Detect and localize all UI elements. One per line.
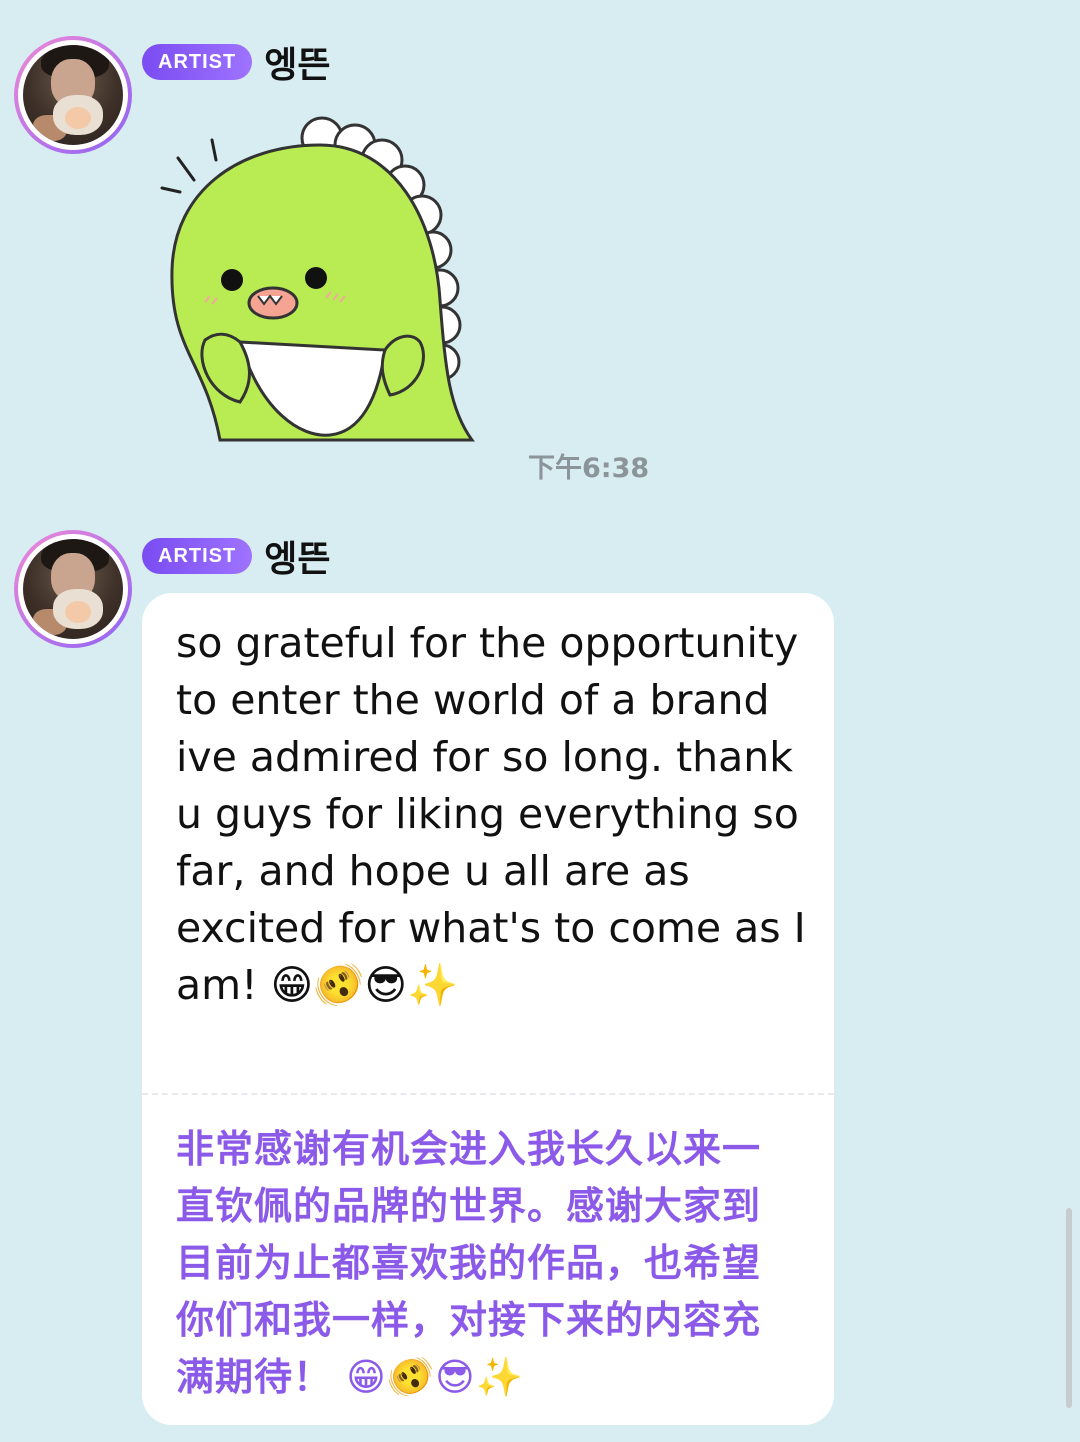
artist-avatar[interactable] xyxy=(14,530,132,648)
artist-avatar[interactable] xyxy=(14,36,132,154)
message-text-translation: 非常感谢有机会进入我长久以来一直钦佩的品牌的世界。感谢大家到目前为止都喜欢我的作… xyxy=(176,1127,762,1399)
message-header: ARTIST 엥뜬 xyxy=(142,536,330,580)
timestamp: 下午6:38 xyxy=(528,453,650,484)
artist-badge: ARTIST xyxy=(142,538,253,574)
green-dinosaur-sticker[interactable] xyxy=(150,110,480,450)
author-name[interactable]: 엥뜬 xyxy=(264,36,330,88)
author-name[interactable]: 엥뜬 xyxy=(264,530,330,582)
message-bubble[interactable]: so grateful for the opportunity to enter… xyxy=(142,593,834,1425)
translation-divider xyxy=(142,1093,834,1095)
scrollbar[interactable] xyxy=(1066,1208,1072,1408)
message-text-original: so grateful for the opportunity to enter… xyxy=(176,619,806,1009)
message-header: ARTIST 엥뜬 xyxy=(142,42,330,86)
artist-badge: ARTIST xyxy=(142,44,253,80)
